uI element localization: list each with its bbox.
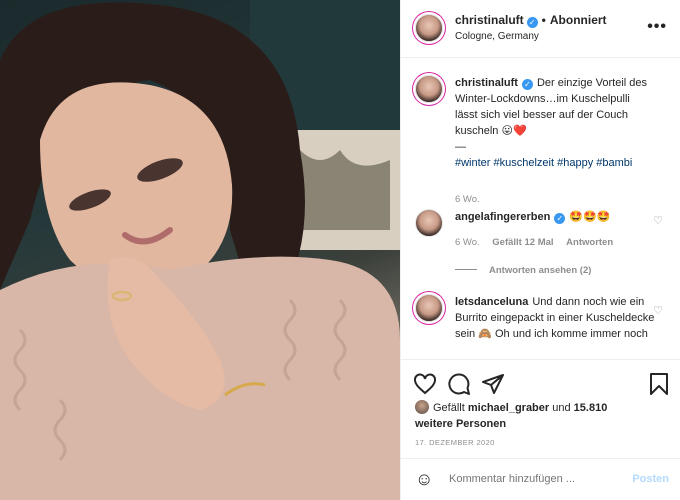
caption-time[interactable]: 6 Wo. [455,194,480,205]
comment-like-heart-icon[interactable]: ♡ [653,214,663,227]
follow-status-button[interactable]: Abonniert [550,13,607,27]
add-comment-bar: ☺ Posten [401,458,680,500]
comment-body: angelafingererben ✓ 🤩🤩🤩 [455,209,655,225]
comment-avatar[interactable] [415,294,443,322]
liker-avatar[interactable] [415,400,429,414]
comment-body: letsdanceluna Und dann noch wie ein Burri… [455,294,655,342]
heart-icon[interactable] [413,372,437,396]
comment-reply-button[interactable]: Antworten [566,237,613,248]
caption-body: christinaluft ✓ Der einzige Vorteil des Wi… [455,75,655,171]
caption-avatar[interactable] [415,75,443,103]
separator-dot: • [541,13,546,27]
replies-line [455,269,477,270]
post-button[interactable]: Posten [632,473,669,485]
comment-meta: 6 Wo. Gefällt 12 Mal Antworten [455,237,623,248]
emoji-icon[interactable]: ☺ [415,469,433,490]
post-photo[interactable] [0,0,400,500]
share-icon[interactable] [481,372,505,396]
post-date[interactable]: 17. DEZEMBER 2020 [415,438,495,447]
view-replies-button[interactable]: Antworten ansehen (2) [455,265,591,276]
comment-time[interactable]: 6 Wo. [455,237,480,248]
portrait-image [0,0,400,500]
caption-username[interactable]: christinaluft [455,77,518,89]
more-icon[interactable]: ••• [647,18,667,36]
post-panel: christinaluft ✓ • Abonniert Cologne, German… [400,0,680,500]
caption-hashtags[interactable]: #winter #kuschelzeit #happy #bambi [455,155,655,171]
comment-input[interactable] [449,473,619,485]
author-avatar[interactable] [415,14,443,42]
comments-list[interactable]: christinaluft ✓ Der einzige Vorteil des Wi… [401,59,680,359]
comment-username[interactable]: angelafingererben [455,211,550,223]
verified-icon: ✓ [526,17,538,28]
comment-text: 🤩🤩🤩 [569,211,611,223]
comment-icon[interactable] [447,372,471,396]
likes-summary: Gefällt michael_graber und 15.810 weiter… [415,400,615,432]
liker-username[interactable]: michael_graber [468,402,549,414]
author-username[interactable]: christinaluft [455,13,524,27]
verified-icon: ✓ [554,213,566,224]
post-location[interactable]: Cologne, Germany [455,31,539,42]
post-header: christinaluft ✓ • Abonniert Cologne, German… [401,0,680,58]
verified-icon: ✓ [521,79,533,90]
likes-prefix: Gefällt [433,402,465,414]
header-user-line: christinaluft ✓ • Abonniert [455,13,607,28]
likes-conj: und [552,402,571,414]
caption-meta: 6 Wo. [455,194,490,205]
caption-dash: — [455,141,466,153]
view-replies-label: Antworten ansehen (2) [489,265,592,276]
comment-like-heart-icon[interactable]: ♡ [653,304,663,317]
comment-likes[interactable]: Gefällt 12 Mal [492,237,553,248]
comment-username[interactable]: letsdanceluna [455,296,528,308]
bookmark-icon[interactable] [647,372,671,396]
comment-avatar[interactable] [415,209,443,237]
